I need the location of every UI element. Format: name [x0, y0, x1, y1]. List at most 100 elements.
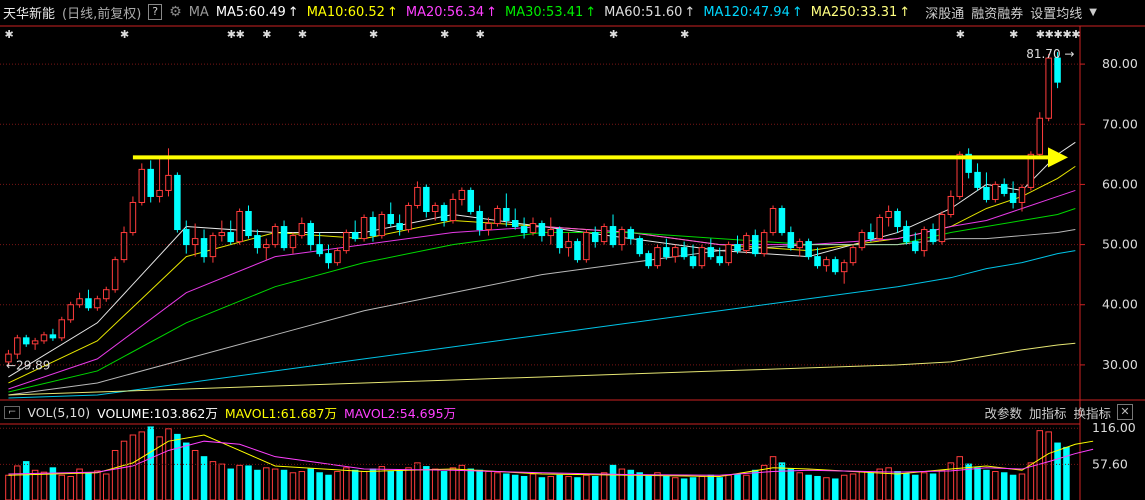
- candle-body[interactable]: [343, 232, 350, 252]
- volume-bar[interactable]: [334, 471, 341, 500]
- volume-bar[interactable]: [440, 471, 448, 500]
- volume-bar[interactable]: [129, 434, 137, 500]
- candle-body[interactable]: [805, 241, 812, 258]
- volume-bar[interactable]: [565, 475, 572, 500]
- candle-body[interactable]: [520, 226, 528, 234]
- candle-body[interactable]: [1009, 192, 1017, 203]
- candle-body[interactable]: [129, 201, 137, 234]
- volume-bar[interactable]: [503, 473, 510, 500]
- volume-bar[interactable]: [209, 461, 217, 500]
- volume-bar[interactable]: [218, 463, 226, 500]
- candle-body[interactable]: [369, 217, 377, 237]
- candle-body[interactable]: [191, 238, 199, 246]
- candle-body[interactable]: [885, 210, 892, 219]
- volume-bar[interactable]: [138, 431, 146, 500]
- candle-body[interactable]: [992, 183, 999, 200]
- candle-body[interactable]: [929, 229, 937, 243]
- candle-body[interactable]: [218, 232, 226, 237]
- volume-bar[interactable]: [983, 469, 990, 500]
- candle-body[interactable]: [956, 153, 964, 197]
- period-label[interactable]: (日线,前复权): [62, 3, 141, 22]
- gear-icon[interactable]: ⚙: [169, 4, 182, 20]
- candle-body[interactable]: [227, 232, 234, 243]
- candle-body[interactable]: [396, 223, 403, 231]
- volume-bar[interactable]: [254, 469, 261, 500]
- candle-body[interactable]: [663, 247, 670, 258]
- volume-bar[interactable]: [360, 471, 368, 500]
- volume-bar[interactable]: [920, 472, 928, 500]
- volume-bar[interactable]: [752, 469, 759, 500]
- volume-bar[interactable]: [494, 472, 501, 500]
- volume-bar[interactable]: [316, 472, 323, 500]
- candle-body[interactable]: [832, 259, 839, 273]
- candle-body[interactable]: [716, 256, 723, 264]
- candlesticks[interactable]: [5, 52, 1061, 366]
- volume-bar[interactable]: [823, 477, 830, 500]
- volume-bar[interactable]: [485, 471, 492, 500]
- volume-bar[interactable]: [102, 473, 110, 500]
- volume-bar[interactable]: [609, 464, 617, 500]
- volume-bar[interactable]: [547, 475, 555, 500]
- chevron-down-icon[interactable]: ▼: [1089, 7, 1097, 18]
- volume-bar[interactable]: [431, 468, 439, 500]
- volume-bar[interactable]: [654, 472, 661, 500]
- candle-body[interactable]: [867, 232, 875, 240]
- candle-body[interactable]: [752, 235, 759, 255]
- volume-bar[interactable]: [520, 475, 528, 500]
- candle-body[interactable]: [894, 210, 901, 228]
- volume-bar[interactable]: [511, 474, 519, 500]
- candle-body[interactable]: [796, 241, 803, 249]
- candle-body[interactable]: [120, 232, 128, 261]
- candle-body[interactable]: [947, 195, 955, 216]
- volume-bar[interactable]: [280, 469, 288, 500]
- candle-body[interactable]: [147, 168, 154, 197]
- candle-body[interactable]: [58, 319, 66, 339]
- candle-body[interactable]: [707, 247, 715, 258]
- volume-bar[interactable]: [974, 467, 981, 500]
- candle-body[interactable]: [378, 214, 386, 237]
- margin-trading-button[interactable]: 融资融券: [971, 3, 1023, 22]
- candle-body[interactable]: [689, 256, 697, 267]
- candle-body[interactable]: [14, 337, 21, 355]
- candle-body[interactable]: [307, 223, 314, 246]
- candle-body[interactable]: [298, 223, 306, 237]
- candle-body[interactable]: [511, 220, 519, 228]
- volume-bar[interactable]: [40, 471, 48, 500]
- volume-bar[interactable]: [387, 471, 395, 500]
- candle-body[interactable]: [876, 217, 883, 240]
- volume-bar[interactable]: [22, 461, 30, 500]
- volume-bar[interactable]: [743, 474, 750, 500]
- volume-bar[interactable]: [271, 468, 279, 500]
- ma-settings-button[interactable]: 设置均线: [1030, 3, 1082, 22]
- candle-body[interactable]: [556, 229, 563, 249]
- volume-bar[interactable]: [814, 475, 821, 500]
- candle-body[interactable]: [111, 259, 119, 291]
- change-params-button[interactable]: 改参数: [984, 403, 1022, 422]
- candle-body[interactable]: [405, 204, 412, 231]
- volume-bar[interactable]: [147, 426, 154, 500]
- candle-body[interactable]: [538, 223, 546, 237]
- volume-bar[interactable]: [236, 464, 243, 500]
- volume-bar[interactable]: [849, 473, 857, 500]
- candle-body[interactable]: [387, 214, 395, 225]
- volume-bar[interactable]: [111, 449, 119, 500]
- candle-body[interactable]: [31, 340, 39, 345]
- volume-bar[interactable]: [529, 473, 537, 500]
- candle-body[interactable]: [360, 217, 368, 240]
- candle-body[interactable]: [680, 247, 688, 258]
- candle-body[interactable]: [974, 171, 981, 188]
- candle-body[interactable]: [840, 262, 848, 273]
- volume-bar[interactable]: [467, 468, 475, 500]
- volume-bar[interactable]: [769, 456, 777, 500]
- candle-body[interactable]: [49, 334, 57, 339]
- candle-body[interactable]: [903, 226, 910, 243]
- volume-bars[interactable]: [5, 426, 1070, 500]
- candle-body[interactable]: [325, 253, 332, 264]
- candle-body[interactable]: [431, 204, 439, 212]
- candle-body[interactable]: [912, 241, 919, 252]
- candle-body[interactable]: [174, 174, 181, 231]
- volume-bar[interactable]: [396, 469, 403, 500]
- candle-body[interactable]: [529, 223, 537, 234]
- candle-body[interactable]: [609, 226, 617, 246]
- volume-bar[interactable]: [67, 475, 74, 500]
